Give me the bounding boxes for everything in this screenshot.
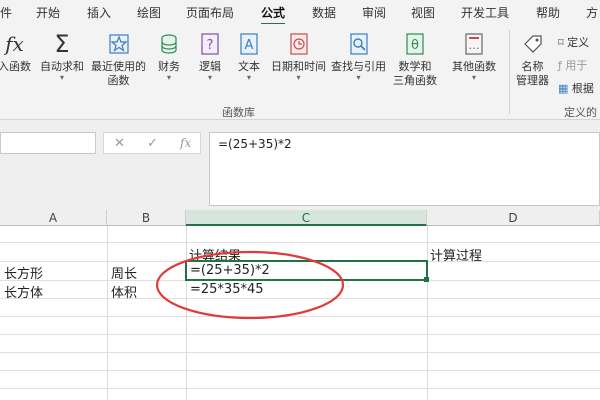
financial-button[interactable]: 财务 ▾ bbox=[157, 32, 181, 82]
recently-used-button[interactable]: 最近使用的 函数 bbox=[91, 32, 146, 88]
cancel-icon[interactable]: ✕ bbox=[114, 136, 125, 151]
tab-help[interactable]: 帮助 bbox=[536, 4, 560, 21]
formula-bar-buttons: ✕ ✓ fx bbox=[103, 132, 201, 154]
tab-data[interactable]: 数据 bbox=[312, 4, 336, 21]
tab-file[interactable]: 件 bbox=[0, 4, 12, 21]
cell-b-volume[interactable]: 体积 bbox=[111, 282, 137, 301]
chevron-down-icon: ▾ bbox=[471, 73, 476, 82]
name-manager-label-2: 管理器 bbox=[516, 74, 549, 87]
coins-icon bbox=[161, 34, 177, 54]
tab-draw[interactable]: 绘图 bbox=[137, 4, 161, 21]
math-label-1: 数学和 bbox=[398, 60, 432, 73]
column-header-c[interactable]: C bbox=[186, 210, 427, 226]
fill-handle[interactable] bbox=[424, 277, 429, 282]
name-manager-label-1: 名称 bbox=[521, 60, 544, 73]
formula-bar-area: ✕ ✓ fx =(25+35)*2 bbox=[0, 120, 600, 210]
tab-home[interactable]: 开始 bbox=[36, 4, 60, 21]
grid-line bbox=[0, 334, 600, 335]
name-box[interactable] bbox=[0, 132, 96, 154]
chevron-down-icon: ▾ bbox=[207, 73, 212, 82]
chevron-down-icon: ▾ bbox=[59, 73, 64, 82]
fx-icon[interactable]: fx bbox=[180, 136, 191, 150]
more-functions-button[interactable]: … 其他函数 ▾ bbox=[452, 32, 496, 82]
insert-function-button[interactable]: fx 入函数 bbox=[0, 32, 31, 74]
clock-book-icon bbox=[289, 33, 308, 55]
fx-icon: fx bbox=[5, 32, 24, 56]
grid-line bbox=[0, 242, 600, 243]
svg-text:…: … bbox=[469, 39, 480, 52]
logical-button[interactable]: ? 逻辑 ▾ bbox=[198, 32, 222, 82]
formula-input[interactable]: =(25+35)*2 bbox=[209, 132, 600, 206]
autosum-button[interactable]: Σ 自动求和 ▾ bbox=[40, 32, 84, 82]
group-label-defined-names: 定义的 bbox=[564, 106, 597, 119]
sigma-icon: Σ bbox=[54, 30, 70, 58]
tab-more[interactable]: 方 bbox=[586, 4, 598, 21]
grid-line bbox=[0, 370, 600, 371]
tab-view[interactable]: 视图 bbox=[411, 4, 435, 21]
more-book-icon: … bbox=[465, 33, 483, 55]
question-book-icon: ? bbox=[201, 33, 219, 55]
cell-b-perimeter[interactable]: 周长 bbox=[111, 263, 137, 282]
tag-icon: ⌑ bbox=[558, 36, 564, 49]
define-name-label: 定义 bbox=[567, 36, 590, 49]
lookup-button[interactable]: 查找与引用 ▾ bbox=[331, 32, 386, 82]
svg-text:?: ? bbox=[207, 38, 214, 53]
create-from-selection-button[interactable]: ▦ 根据 bbox=[558, 80, 594, 96]
theta-book-icon: θ bbox=[406, 33, 424, 55]
lookup-label: 查找与引用 bbox=[331, 60, 386, 73]
grid-line bbox=[0, 388, 600, 389]
text-book-icon: A bbox=[240, 33, 258, 55]
financial-label: 财务 bbox=[158, 60, 180, 73]
grid-line bbox=[0, 352, 600, 353]
chevron-down-icon: ▾ bbox=[296, 73, 301, 82]
check-icon[interactable]: ✓ bbox=[147, 136, 158, 151]
grid-line bbox=[107, 226, 108, 400]
more-functions-label: 其他函数 bbox=[452, 60, 496, 73]
tab-formulas[interactable]: 公式 bbox=[261, 4, 286, 26]
text-button[interactable]: A 文本 ▾ bbox=[237, 32, 261, 82]
chevron-down-icon: ▾ bbox=[246, 73, 251, 82]
cell-a-cuboid[interactable]: 长方体 bbox=[4, 282, 43, 301]
tab-developer[interactable]: 开发工具 bbox=[461, 4, 509, 21]
logical-label: 逻辑 bbox=[199, 60, 221, 73]
define-name-button[interactable]: ⌑ 定义 bbox=[558, 34, 589, 50]
chevron-down-icon: ▾ bbox=[356, 73, 361, 82]
chevron-down-icon: ▾ bbox=[166, 73, 171, 82]
ribbon-panel: fx 入函数 Σ 自动求和 ▾ 最近使用的 函数 财务 ▾ ? 逻辑 ▾ A 文… bbox=[0, 24, 600, 120]
svg-text:θ: θ bbox=[411, 38, 419, 53]
recently-used-label-2: 函数 bbox=[107, 74, 130, 87]
star-icon bbox=[108, 34, 129, 54]
red-ellipse-annotation bbox=[155, 250, 345, 320]
column-header-a[interactable]: A bbox=[0, 210, 107, 226]
autosum-label: 自动求和 bbox=[40, 60, 84, 73]
tab-insert[interactable]: 插入 bbox=[87, 4, 111, 21]
grid-line bbox=[427, 226, 428, 400]
recently-used-label-1: 最近使用的 bbox=[91, 60, 146, 73]
text-label: 文本 bbox=[238, 60, 260, 73]
name-manager-button[interactable]: 名称 管理器 bbox=[516, 32, 549, 88]
datetime-label: 日期和时间 bbox=[271, 60, 326, 73]
grid-icon: ▦ bbox=[558, 82, 569, 95]
create-from-selection-label: 根据 bbox=[571, 82, 594, 95]
tab-page-layout[interactable]: 页面布局 bbox=[186, 4, 234, 21]
math-label-2: 三角函数 bbox=[393, 74, 437, 87]
math-trig-button[interactable]: θ 数学和 三角函数 bbox=[393, 32, 437, 88]
formula-icon: ƒ bbox=[558, 59, 562, 72]
cell-a-rectangle[interactable]: 长方形 bbox=[4, 263, 43, 282]
use-in-formula-button[interactable]: ƒ 用于 bbox=[558, 57, 587, 73]
column-header-b[interactable]: B bbox=[107, 210, 186, 226]
ribbon-tab-bar: 件 开始 插入 绘图 页面布局 公式 数据 审阅 视图 开发工具 帮助 方 bbox=[0, 0, 600, 26]
cell-d-header[interactable]: 计算过程 bbox=[430, 245, 482, 264]
group-label-function-library: 函数库 bbox=[222, 106, 255, 119]
datetime-button[interactable]: 日期和时间 ▾ bbox=[271, 32, 326, 82]
worksheet-grid: A B C D 计算结果 计算过程 长方形 周长 =(25+35)*2 长方体 … bbox=[0, 210, 600, 400]
insert-function-label: 入函数 bbox=[0, 60, 31, 73]
column-header-d[interactable]: D bbox=[427, 210, 600, 226]
tab-review[interactable]: 审阅 bbox=[362, 4, 386, 21]
use-in-formula-label: 用于 bbox=[565, 59, 588, 72]
tag-icon bbox=[523, 35, 542, 53]
magnifier-book-icon bbox=[349, 33, 368, 55]
svg-text:A: A bbox=[245, 38, 254, 53]
ribbon-separator bbox=[509, 30, 510, 114]
